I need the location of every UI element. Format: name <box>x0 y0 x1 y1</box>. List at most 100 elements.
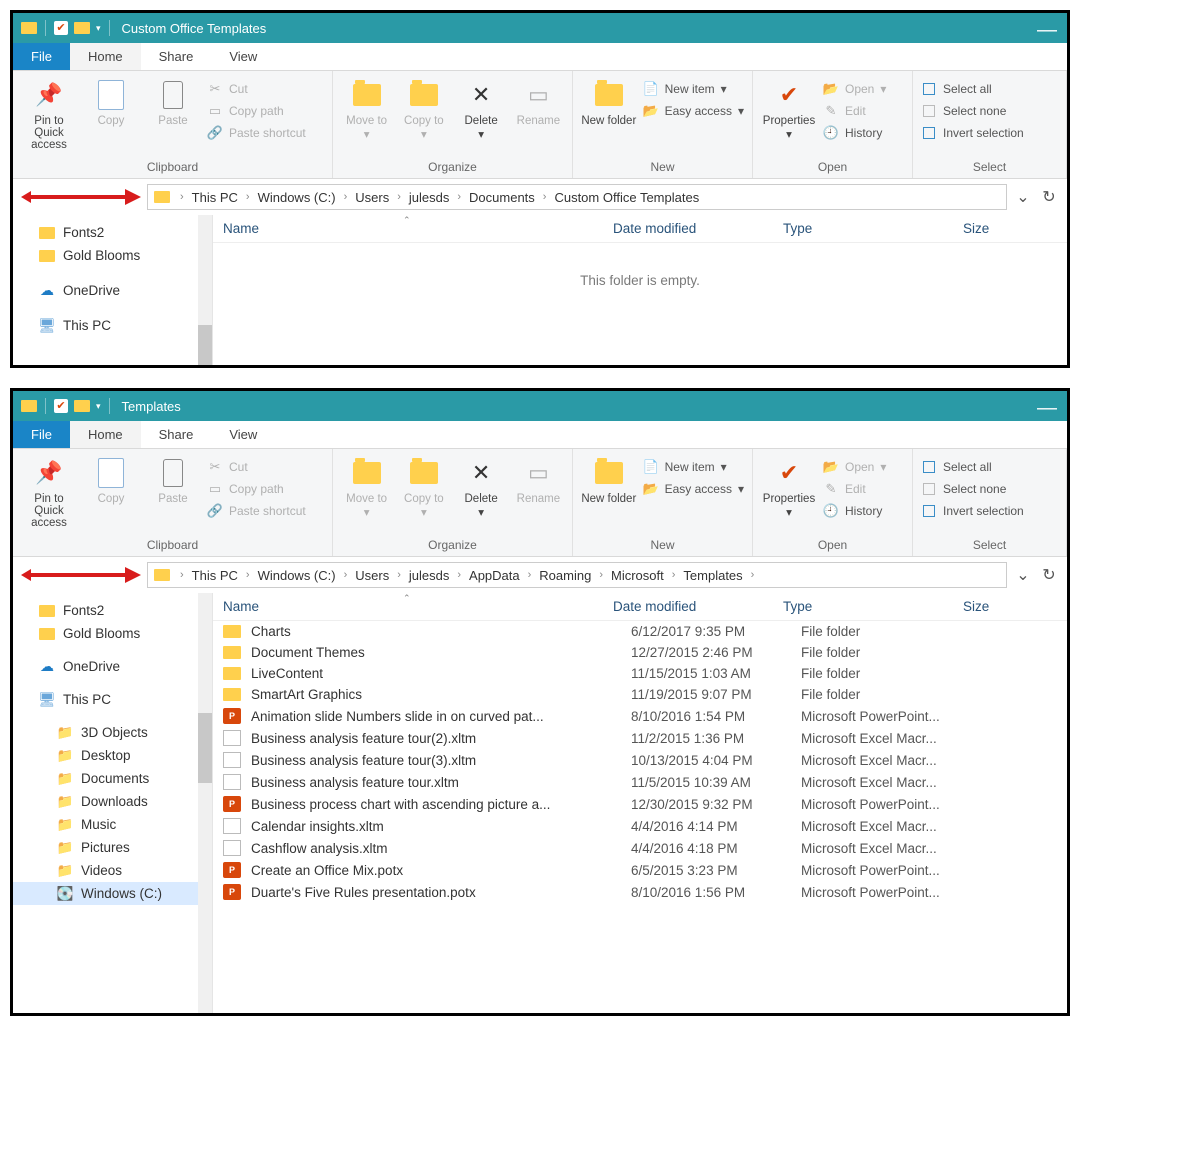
refresh-button[interactable]: ↻ <box>1039 565 1059 585</box>
breadcrumb-segment[interactable]: Documents <box>467 190 537 205</box>
easy-access-button[interactable]: 📂Easy access ▾ <box>643 479 744 499</box>
file-row[interactable]: PAnimation slide Numbers slide in on cur… <box>213 705 1067 727</box>
tab-view[interactable]: View <box>211 43 275 70</box>
column-headers[interactable]: Name⌃ Date modified Type Size <box>213 593 1067 621</box>
file-row[interactable]: Business analysis feature tour.xltm11/5/… <box>213 771 1067 793</box>
qat-dropdown-icon[interactable]: ▾ <box>96 401 101 412</box>
properties-qat-icon[interactable]: ✔ <box>54 21 68 35</box>
file-row[interactable]: Business analysis feature tour(2).xltm11… <box>213 727 1067 749</box>
navigation-pane[interactable]: Fonts2Gold Blooms☁OneDrive🖥This PC📁3D Ob… <box>13 593 213 1013</box>
nav-item[interactable]: 📁Pictures <box>13 836 212 859</box>
chevron-right-icon[interactable]: › <box>391 191 407 203</box>
nav-item[interactable]: Fonts2 <box>13 599 212 622</box>
nav-item[interactable]: 📁Music <box>13 813 212 836</box>
column-size[interactable]: Size <box>963 599 1057 614</box>
column-name[interactable]: Name⌃ <box>223 221 613 236</box>
paste-button[interactable]: Paste <box>145 453 201 505</box>
file-row[interactable]: Document Themes12/27/2015 2:46 PMFile fo… <box>213 642 1067 663</box>
select-none-button[interactable]: Select none <box>921 101 1024 121</box>
nav-item[interactable]: 📁Videos <box>13 859 212 882</box>
file-row[interactable]: LiveContent11/15/2015 1:03 AMFile folder <box>213 663 1067 684</box>
column-type[interactable]: Type <box>783 221 963 236</box>
new-folder-button[interactable]: New folder <box>581 453 637 505</box>
select-all-button[interactable]: Select all <box>921 457 1024 477</box>
chevron-right-icon[interactable]: › <box>745 569 761 581</box>
copy-path-button[interactable]: ▭Copy path <box>207 101 306 121</box>
column-size[interactable]: Size <box>963 221 1057 236</box>
nav-item[interactable]: 🖥This PC <box>13 314 212 337</box>
scrollbar-thumb[interactable] <box>198 325 212 365</box>
cut-button[interactable]: ✂Cut <box>207 79 306 99</box>
select-all-button[interactable]: Select all <box>921 79 1024 99</box>
file-row[interactable]: Charts6/12/2017 9:35 PMFile folder <box>213 621 1067 642</box>
new-folder-button[interactable]: New folder <box>581 75 637 127</box>
breadcrumb-segment[interactable]: Windows (C:) <box>256 568 338 583</box>
paste-shortcut-button[interactable]: 🔗Paste shortcut <box>207 123 306 143</box>
chevron-right-icon[interactable]: › <box>338 569 354 581</box>
chevron-right-icon[interactable]: › <box>240 191 256 203</box>
nav-item[interactable]: Gold Blooms <box>13 244 212 267</box>
pin-to-quick-access-button[interactable]: 📌Pin to Quick access <box>21 453 77 529</box>
breadcrumb-segment[interactable]: Custom Office Templates <box>552 190 701 205</box>
title-bar[interactable]: ✔ ▾ Templates — <box>13 391 1067 421</box>
title-bar[interactable]: ✔ ▾ Custom Office Templates — <box>13 13 1067 43</box>
breadcrumb-segment[interactable]: AppData <box>467 568 522 583</box>
breadcrumb-segment[interactable]: Users <box>353 568 391 583</box>
column-date[interactable]: Date modified <box>613 599 783 614</box>
tab-file[interactable]: File <box>13 43 70 70</box>
nav-item[interactable]: 📁3D Objects <box>13 721 212 744</box>
breadcrumb-segment[interactable]: This PC <box>190 568 240 583</box>
nav-item[interactable]: ☁OneDrive <box>13 279 212 302</box>
nav-item[interactable]: 💽Windows (C:) <box>13 882 212 905</box>
tab-view[interactable]: View <box>211 421 275 448</box>
tab-file[interactable]: File <box>13 421 70 448</box>
refresh-button[interactable]: ↻ <box>1039 187 1059 207</box>
chevron-right-icon[interactable]: › <box>391 569 407 581</box>
history-button[interactable]: 🕘History <box>823 501 886 521</box>
file-row[interactable]: Business analysis feature tour(3).xltm10… <box>213 749 1067 771</box>
chevron-right-icon[interactable]: › <box>338 191 354 203</box>
chevron-right-icon[interactable]: › <box>666 569 682 581</box>
breadcrumb-segment[interactable]: Windows (C:) <box>256 190 338 205</box>
delete-button[interactable]: ✕Delete ▾ <box>456 453 507 519</box>
copy-to-button[interactable]: Copy to ▾ <box>398 453 449 519</box>
scrollbar[interactable] <box>198 593 212 1013</box>
paste-shortcut-button[interactable]: 🔗Paste shortcut <box>207 501 306 521</box>
nav-item[interactable]: 📁Desktop <box>13 744 212 767</box>
history-button[interactable]: 🕘History <box>823 123 886 143</box>
file-row[interactable]: PBusiness process chart with ascending p… <box>213 793 1067 815</box>
file-row[interactable]: Cashflow analysis.xltm4/4/2016 4:18 PMMi… <box>213 837 1067 859</box>
invert-selection-button[interactable]: Invert selection <box>921 123 1024 143</box>
address-bar[interactable]: ›This PC›Windows (C:)›Users›julesds›Docu… <box>147 184 1007 210</box>
file-row[interactable]: PDuarte's Five Rules presentation.potx8/… <box>213 881 1067 903</box>
minimize-button[interactable]: — <box>1037 19 1057 42</box>
tab-home[interactable]: Home <box>70 421 141 448</box>
nav-item[interactable]: 📁Documents <box>13 767 212 790</box>
move-to-button[interactable]: Move to ▾ <box>341 75 392 141</box>
address-dropdown-icon[interactable]: ⌄ <box>1013 565 1033 585</box>
copy-button[interactable]: Copy <box>83 75 139 127</box>
tab-share[interactable]: Share <box>141 43 212 70</box>
file-list-pane[interactable]: Name⌃ Date modified Type Size This folde… <box>213 215 1067 365</box>
tab-share[interactable]: Share <box>141 421 212 448</box>
nav-item[interactable]: ☁OneDrive <box>13 655 212 678</box>
copy-path-button[interactable]: ▭Copy path <box>207 479 306 499</box>
copy-to-button[interactable]: Copy to ▾ <box>398 75 449 141</box>
cut-button[interactable]: ✂Cut <box>207 457 306 477</box>
address-dropdown-icon[interactable]: ⌄ <box>1013 187 1033 207</box>
edit-button[interactable]: ✎Edit <box>823 101 886 121</box>
file-list-pane[interactable]: Name⌃ Date modified Type Size Charts6/12… <box>213 593 1067 1013</box>
tab-home[interactable]: Home <box>70 43 141 70</box>
breadcrumb-segment[interactable]: Roaming <box>537 568 593 583</box>
address-bar[interactable]: ›This PC›Windows (C:)›Users›julesds›AppD… <box>147 562 1007 588</box>
new-item-button[interactable]: 📄New item ▾ <box>643 457 744 477</box>
file-row[interactable]: SmartArt Graphics11/19/2015 9:07 PMFile … <box>213 684 1067 705</box>
breadcrumb-segment[interactable]: This PC <box>190 190 240 205</box>
pin-to-quick-access-button[interactable]: 📌 Pin to Quick access <box>21 75 77 151</box>
move-to-button[interactable]: Move to ▾ <box>341 453 392 519</box>
file-row[interactable]: PCreate an Office Mix.potx6/5/2015 3:23 … <box>213 859 1067 881</box>
navigation-pane[interactable]: Fonts2Gold Blooms☁OneDrive🖥This PC <box>13 215 213 365</box>
scrollbar-thumb[interactable] <box>198 713 212 783</box>
invert-selection-button[interactable]: Invert selection <box>921 501 1024 521</box>
column-type[interactable]: Type <box>783 599 963 614</box>
